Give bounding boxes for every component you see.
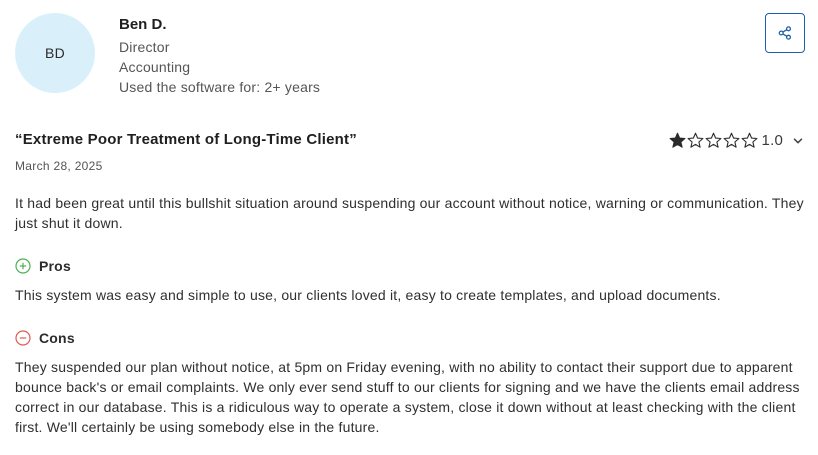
reviewer-name: Ben D. xyxy=(119,16,167,33)
review-title: “Extreme Poor Treatment of Long-Time Cli… xyxy=(15,131,357,148)
avatar-initials: BD xyxy=(44,45,66,61)
cons-heading: Cons xyxy=(15,330,75,346)
rating-value: 1.0 xyxy=(761,132,783,149)
avatar: BD xyxy=(15,13,95,93)
rating-dropdown[interactable]: 1.0 xyxy=(669,132,804,149)
pros-label: Pros xyxy=(39,258,71,274)
star-empty-icon xyxy=(705,132,721,148)
chevron-down-icon xyxy=(793,137,803,143)
share-icon xyxy=(778,26,792,40)
share-button[interactable] xyxy=(765,13,805,53)
star-rating xyxy=(669,132,758,149)
reviewer-department: Accounting xyxy=(119,59,191,75)
minus-circle-icon xyxy=(15,330,31,346)
review-summary: It had been great until this bullshit si… xyxy=(15,195,804,231)
cons-label: Cons xyxy=(39,330,75,346)
reviewer-role: Director xyxy=(119,39,170,55)
reviewer-usage: Used the software for: 2+ years xyxy=(119,79,321,95)
pros-heading: Pros xyxy=(15,258,71,274)
pros-text: This system was easy and simple to use, … xyxy=(15,287,721,303)
reviewer-info: Ben D. Director Accounting Used the soft… xyxy=(119,16,320,97)
star-empty-icon xyxy=(723,132,739,148)
star-empty-icon xyxy=(741,132,757,148)
cons-text: They suspended our plan without notice, … xyxy=(15,359,800,435)
review-date: March 28, 2025 xyxy=(15,159,103,173)
plus-circle-icon xyxy=(15,258,31,274)
star-empty-icon xyxy=(687,132,703,148)
star-filled-icon xyxy=(669,132,685,148)
